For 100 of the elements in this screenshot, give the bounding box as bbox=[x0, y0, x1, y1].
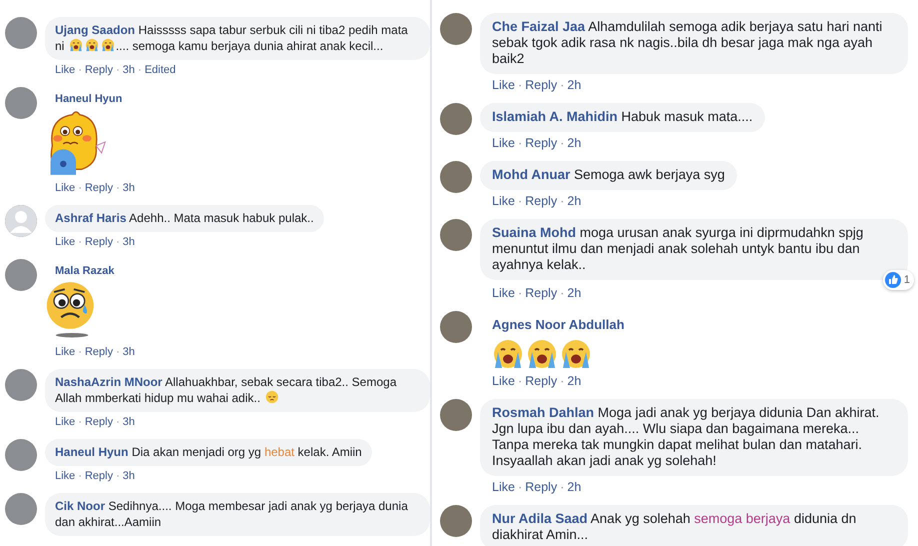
author-name[interactable]: Islamiah A. Mahidin bbox=[492, 109, 618, 124]
crying-face-icon bbox=[492, 338, 524, 370]
crying-face-icon bbox=[68, 38, 83, 52]
comment-action-link[interactable]: Reply bbox=[84, 345, 113, 359]
separator-dot: · bbox=[518, 78, 522, 93]
comment-action-link[interactable]: Like bbox=[55, 345, 76, 359]
comment-time[interactable]: 3h bbox=[122, 235, 135, 249]
avatar-photo-placeholder[interactable] bbox=[5, 17, 37, 49]
separator-dot: · bbox=[560, 374, 564, 389]
author-name[interactable]: Che Faizal Jaa bbox=[492, 19, 586, 34]
comment-time[interactable]: 3h bbox=[122, 181, 135, 195]
comment-time[interactable]: 2h bbox=[567, 136, 582, 151]
separator-dot: · bbox=[518, 194, 522, 209]
avatar-photo-placeholder[interactable] bbox=[5, 259, 37, 291]
comment-action-link[interactable]: Like bbox=[492, 136, 515, 151]
separator-dot: · bbox=[560, 194, 564, 209]
comment-action-link[interactable]: Reply bbox=[84, 63, 113, 77]
separator-dot: · bbox=[560, 480, 564, 495]
comment-action-link[interactable]: Reply bbox=[84, 415, 113, 429]
separator-dot: · bbox=[116, 469, 120, 483]
comment-text: Mohd Anuar Semoga awk berjaya syg bbox=[492, 167, 725, 182]
separator-dot: · bbox=[78, 469, 82, 483]
thumbs-up-icon bbox=[884, 272, 901, 288]
crying-face-icon bbox=[84, 38, 99, 52]
avatar-photo-placeholder[interactable] bbox=[440, 103, 472, 135]
comment-action-link[interactable]: Like bbox=[55, 181, 76, 195]
avatar-photo-placeholder[interactable] bbox=[5, 439, 37, 471]
comment-text: Nur Adila Saad Anak yg solehah semoga berjaya didunia dn diakhirat Amin... bbox=[492, 511, 856, 542]
author-name[interactable]: Nur Adila Saad bbox=[492, 511, 588, 526]
separator-dot: · bbox=[560, 136, 564, 151]
comment-action-link[interactable]: Like bbox=[492, 194, 515, 209]
comment-time[interactable]: 2h bbox=[567, 286, 582, 301]
comment-text: Suaina Mohd moga urusan anak syurga ini diprmudahkn spjg menuntut ilmu dan menjadi anak solehah untyk bantu ibu dan ayahnya kelak.. bbox=[492, 225, 864, 272]
comment-action-link[interactable]: Reply bbox=[525, 78, 558, 93]
separator-dot: · bbox=[518, 374, 522, 389]
author-name[interactable]: Ashraf Haris bbox=[55, 211, 126, 225]
comment-action-link[interactable]: Like bbox=[55, 235, 76, 249]
avatar-photo-placeholder[interactable] bbox=[440, 219, 472, 251]
comment-action-link[interactable]: Reply bbox=[84, 469, 113, 483]
crying-face-icon bbox=[100, 38, 115, 52]
reaction-count-badge[interactable]: 1 bbox=[882, 270, 914, 290]
avatar-photo-placeholder[interactable] bbox=[440, 13, 472, 45]
comment-time[interactable]: 2h bbox=[567, 194, 582, 209]
avatar-photo-placeholder[interactable] bbox=[440, 399, 472, 431]
comment-text: Ashraf Haris Adehh.. Mata masuk habuk pulak.. bbox=[55, 211, 314, 225]
author-name[interactable]: NashaAzrin MNoor bbox=[55, 375, 162, 389]
sad-face-icon bbox=[264, 390, 279, 404]
comment-action-link[interactable]: Like bbox=[492, 78, 515, 93]
comment-time[interactable]: 2h bbox=[567, 374, 582, 389]
separator-dot: · bbox=[116, 181, 120, 195]
avatar-photo-placeholder[interactable] bbox=[440, 505, 472, 537]
author-name[interactable]: Cik Noor bbox=[55, 499, 106, 513]
comment-action-link[interactable]: Like bbox=[55, 415, 76, 429]
separator-dot: · bbox=[518, 286, 522, 301]
comment-action-link[interactable]: Reply bbox=[525, 374, 558, 389]
separator-dot: · bbox=[78, 345, 82, 359]
separator-dot: · bbox=[560, 78, 564, 93]
comment-action-link[interactable]: Like bbox=[492, 286, 515, 301]
author-name[interactable]: Agnes Noor Abdullah bbox=[492, 317, 624, 332]
comment-action-link[interactable]: Reply bbox=[525, 286, 558, 301]
comment-action-link[interactable]: Reply bbox=[525, 480, 558, 495]
author-name[interactable]: Haneul Hyun bbox=[55, 93, 122, 105]
author-name[interactable]: Haneul Hyun bbox=[55, 445, 128, 459]
author-name[interactable]: Mala Razak bbox=[55, 265, 114, 277]
comment-action-link[interactable]: Like bbox=[55, 469, 76, 483]
separator-dot: · bbox=[116, 63, 120, 77]
separator-dot: · bbox=[78, 63, 82, 77]
edited-label[interactable]: Edited bbox=[144, 63, 176, 77]
avatar-photo-placeholder[interactable] bbox=[440, 161, 472, 193]
comment-time[interactable]: 3h bbox=[122, 469, 135, 483]
separator-dot: · bbox=[78, 181, 82, 195]
comment-time[interactable]: 3h bbox=[122, 415, 135, 429]
comment-time[interactable]: 3h bbox=[122, 345, 135, 359]
separator-dot: · bbox=[116, 415, 120, 429]
avatar-photo-placeholder[interactable] bbox=[5, 493, 37, 525]
author-name[interactable]: Rosmah Dahlan bbox=[492, 405, 594, 420]
comment-action-link[interactable]: Reply bbox=[525, 136, 558, 151]
avatar-photo-placeholder[interactable] bbox=[5, 369, 37, 401]
separator-dot: · bbox=[78, 235, 82, 249]
comment-action-link[interactable]: Reply bbox=[525, 194, 558, 209]
avatar-photo-placeholder[interactable] bbox=[440, 311, 472, 343]
comment-time[interactable]: 3h bbox=[122, 63, 135, 77]
comment-text: Ujang Saadon Haisssss sapa tabur serbuk cili ni tiba2 pedih mata ni .... semoga kamu berjaya dunia ahirat anak kecil... bbox=[55, 23, 408, 53]
author-name[interactable]: Suaina Mohd bbox=[492, 225, 576, 240]
separator-dot: · bbox=[116, 345, 120, 359]
comment-action-link[interactable]: Reply bbox=[84, 235, 113, 249]
author-name[interactable]: Mohd Anuar bbox=[492, 167, 570, 182]
comment-action-link[interactable]: Reply bbox=[84, 181, 113, 195]
comment-action-link[interactable]: Like bbox=[492, 480, 515, 495]
comment-time[interactable]: 2h bbox=[567, 78, 582, 93]
separator-dot: · bbox=[138, 63, 142, 77]
separator-dot: · bbox=[518, 480, 522, 495]
comment-text: NashaAzrin MNoor Allahuakhbar, sebak secara tiba2.. Semoga Allah mmberkati hidup mu wahai adik.. bbox=[55, 375, 396, 405]
avatar-photo-placeholder[interactable] bbox=[5, 87, 37, 119]
comment-text: Islamiah A. Mahidin Habuk masuk mata.... bbox=[492, 109, 753, 124]
comment-action-link[interactable]: Like bbox=[492, 374, 515, 389]
separator-dot: · bbox=[560, 286, 564, 301]
comment-time[interactable]: 2h bbox=[567, 480, 582, 495]
comment-action-link[interactable]: Like bbox=[55, 63, 76, 77]
author-name[interactable]: Ujang Saadon bbox=[55, 23, 136, 37]
